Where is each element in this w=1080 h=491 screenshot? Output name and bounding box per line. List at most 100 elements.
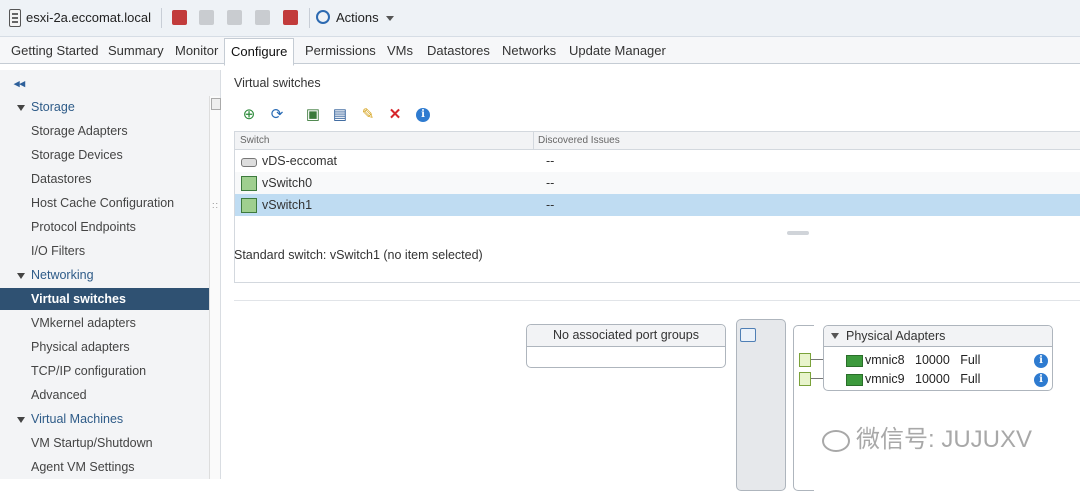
sidebar-item-physical-adapters[interactable]: Physical adapters [0, 336, 209, 358]
actions-menu-button[interactable]: Actions [316, 9, 395, 27]
object-tabs: Getting Started Summary Monitor Configur… [0, 37, 1080, 66]
add-host-icon[interactable] [172, 10, 187, 25]
adapter-name: vmnic9 [865, 372, 905, 386]
configure-sidebar: ◂◂ Storage Storage Adapters Storage Devi… [0, 70, 221, 479]
standard-switch-icon [241, 198, 257, 213]
connection-line [811, 378, 823, 379]
toolbar-separator [161, 8, 162, 28]
switch-settings-icon[interactable] [740, 328, 756, 342]
uplink-port-icon[interactable] [799, 353, 811, 367]
sidebar-item-agent-vm-settings[interactable]: Agent VM Settings [0, 456, 209, 478]
collapse-sidebar-icon[interactable]: ◂◂ [14, 77, 25, 90]
reboot-host-icon[interactable] [283, 10, 298, 25]
sidebar-item-storage-devices[interactable]: Storage Devices [0, 144, 209, 166]
table-row[interactable]: vDS-eccomat -- [235, 150, 1080, 172]
maintenance-icon[interactable] [255, 10, 270, 25]
sidebar-item-virtual-switches[interactable]: Virtual switches [0, 288, 209, 310]
host-server-icon [9, 9, 21, 27]
info-icon: i [416, 108, 430, 122]
discovered-issues: -- [546, 154, 555, 168]
connection-line [811, 359, 823, 360]
divider [234, 300, 1080, 301]
wechat-watermark: 微信号: JUJUXV [822, 419, 1032, 454]
table-row[interactable]: vSwitch0 -- [235, 172, 1080, 194]
adapter-duplex: Full [960, 372, 981, 386]
sidebar-item-io-filters[interactable]: I/O Filters [0, 240, 209, 262]
discovered-issues: -- [546, 176, 555, 190]
physical-adapters-label: Physical Adapters [846, 329, 946, 343]
sidebar-item-storage-adapters[interactable]: Storage Adapters [0, 120, 209, 142]
switch-body[interactable] [736, 319, 786, 491]
sidebar-item-tcpip-configuration[interactable]: TCP/IP configuration [0, 360, 209, 382]
column-header-switch[interactable]: Switch [240, 132, 269, 149]
table-row-selected[interactable]: vSwitch1 -- [235, 194, 1080, 216]
tab-monitor[interactable]: Monitor [169, 40, 224, 62]
tab-configure[interactable]: Configure [224, 38, 295, 66]
switch-name: vDS-eccomat [262, 154, 338, 168]
tab-permissions[interactable]: Permissions [299, 40, 382, 62]
uplink-port-icon[interactable] [799, 372, 811, 386]
port-groups-box[interactable]: No associated port groups [526, 324, 726, 368]
add-networking-icon[interactable]: ⊕ [240, 106, 258, 124]
tab-vms[interactable]: VMs [381, 40, 419, 62]
expand-triangle-icon [17, 417, 25, 423]
sidebar-item-protocol-endpoints[interactable]: Protocol Endpoints [0, 216, 209, 238]
pane-resize-handle[interactable] [787, 231, 809, 235]
tab-update-manager[interactable]: Update Manager [563, 40, 672, 62]
sidebar-item-datastores[interactable]: Datastores [0, 168, 209, 190]
toolbar-separator [309, 8, 310, 28]
switch-name: vSwitch0 [262, 176, 313, 190]
sidebar-item-vm-startup-shutdown[interactable]: VM Startup/Shutdown [0, 432, 209, 454]
network-card-icon [846, 355, 863, 367]
watermark-text: 微信号: JUJUXV [856, 426, 1033, 453]
manage-adapters-icon[interactable]: ▤ [331, 106, 349, 124]
refresh-icon[interactable]: ⟳ [268, 106, 286, 124]
adapter-name: vmnic8 [865, 353, 905, 367]
port-groups-label: No associated port groups [527, 325, 725, 347]
tab-datastores[interactable]: Datastores [421, 40, 496, 62]
column-header-issues[interactable]: Discovered Issues [538, 132, 620, 149]
chevron-down-icon [386, 16, 395, 22]
gear-icon [316, 10, 330, 24]
scroll-up-icon[interactable] [211, 98, 221, 110]
adapter-speed: 10000 [915, 372, 950, 386]
tab-networks[interactable]: Networks [496, 40, 562, 62]
sidebar-item-advanced[interactable]: Advanced [0, 384, 209, 406]
tab-summary[interactable]: Summary [102, 40, 170, 62]
expand-triangle-icon [17, 105, 25, 111]
info-icon-button[interactable]: i [414, 106, 432, 124]
object-toolbar: esxi-2a.eccomat.local Actions [0, 0, 1080, 37]
migrate-adapter-icon[interactable]: ▣ [304, 106, 322, 124]
column-separator[interactable] [533, 132, 534, 149]
main-panel: Virtual switches ⊕ ⟳ ▣ ▤ ✎ ✕ i Switch Di… [222, 64, 1080, 491]
wechat-logo-icon [822, 429, 850, 452]
host-title: esxi-2a.eccomat.local [26, 10, 151, 25]
info-icon[interactable]: i [1034, 354, 1048, 368]
uplinks-bar [793, 325, 814, 491]
physical-adapters-header[interactable]: Physical Adapters [824, 326, 1052, 347]
sidebar-group-networking[interactable]: Networking [0, 264, 209, 286]
deploy-ovf-icon[interactable] [227, 10, 242, 25]
edit-pencil-icon[interactable]: ✎ [359, 106, 377, 124]
sidebar-scrollbar[interactable] [209, 96, 221, 479]
network-card-icon [846, 374, 863, 386]
sidebar-group-storage[interactable]: Storage [0, 96, 209, 118]
new-vm-icon[interactable] [199, 10, 214, 25]
adapter-duplex: Full [960, 353, 981, 367]
switch-name: vSwitch1 [262, 198, 313, 212]
sidebar-item-host-cache-configuration[interactable]: Host Cache Configuration [0, 192, 209, 214]
collapse-triangle-icon[interactable] [831, 333, 839, 339]
tab-getting-started[interactable]: Getting Started [5, 40, 104, 62]
discovered-issues: -- [546, 198, 555, 212]
panel-splitter-handle[interactable]: :: [212, 200, 219, 210]
info-icon[interactable]: i [1034, 373, 1048, 387]
distributed-switch-icon [241, 158, 257, 167]
physical-adapters-box: Physical Adapters vmnic8 10000 Full vmni… [823, 325, 1053, 391]
standard-switch-icon [241, 176, 257, 191]
delete-icon[interactable]: ✕ [386, 106, 404, 124]
actions-label: Actions [336, 10, 379, 25]
sidebar-group-virtual-machines[interactable]: Virtual Machines [0, 408, 209, 430]
section-title: Virtual switches [234, 76, 321, 90]
adapter-speed: 10000 [915, 353, 950, 367]
sidebar-item-vmkernel-adapters[interactable]: VMkernel adapters [0, 312, 209, 334]
